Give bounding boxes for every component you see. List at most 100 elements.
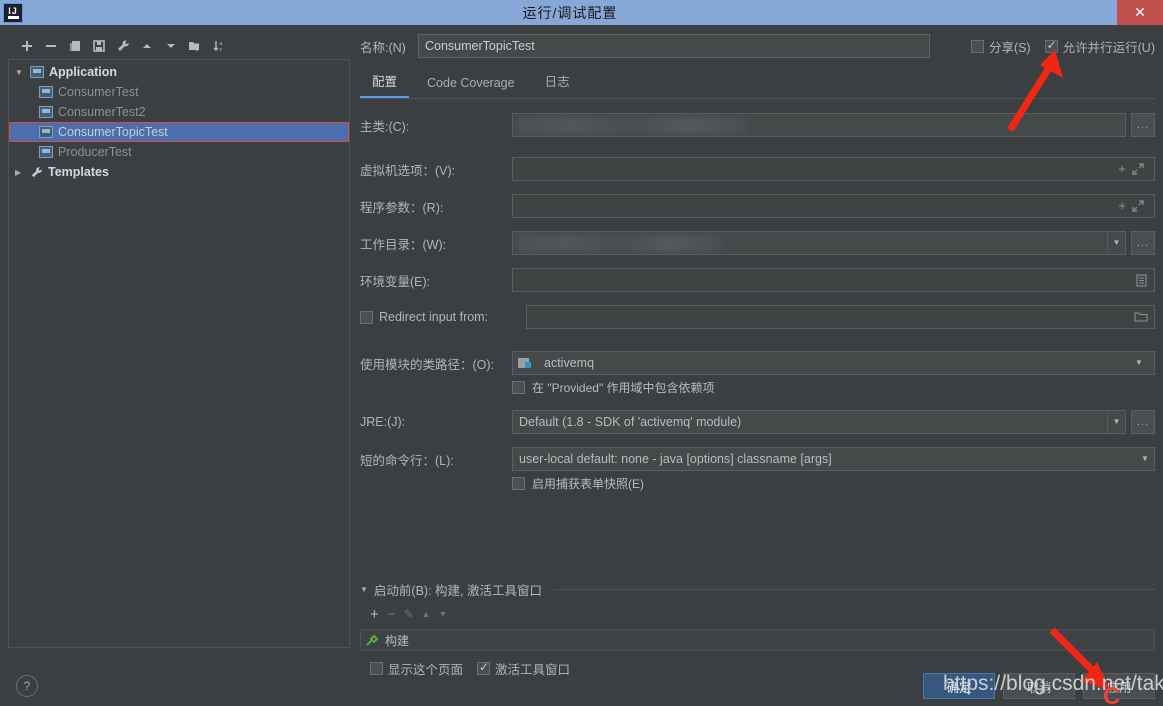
allow-parallel-run-checkbox[interactable] (1045, 40, 1058, 53)
redirect-input-row: Redirect input from: (360, 305, 1155, 329)
edit-task-button[interactable]: ✎ (404, 607, 414, 621)
remove-configuration-button[interactable] (40, 35, 62, 57)
section-divider (554, 589, 1155, 590)
jre-row: JRE:(J): Default (1.8 - SDK of 'activemq… (360, 410, 1155, 434)
allow-parallel-run-checkbox-row[interactable]: 允许并行运行(U) (1045, 37, 1155, 56)
redirect-input-label: Redirect input from: (379, 310, 488, 324)
move-task-up-button[interactable]: ▲ (422, 609, 431, 619)
jre-select[interactable]: Default (1.8 - SDK of 'activemq' module)… (512, 410, 1126, 434)
configurations-tree[interactable]: ▼ Application ConsumerTest ConsumerTest2… (8, 59, 350, 648)
jre-browse-button[interactable]: ... (1131, 410, 1155, 434)
working-directory-browse-button[interactable]: ... (1131, 231, 1155, 255)
include-provided-label: 在 "Provided" 作用域中包含依赖项 (532, 379, 715, 396)
show-this-page-checkbox[interactable] (370, 662, 383, 675)
editor-tabs: 配置 Code Coverage 日志 (360, 71, 1155, 99)
chevron-down-icon[interactable]: ▼ (1107, 411, 1125, 433)
enable-capture-checkbox[interactable] (512, 477, 525, 490)
tree-item-consumertest[interactable]: ConsumerTest (9, 82, 349, 102)
module-classpath-select[interactable]: activemq ▼ (512, 351, 1155, 375)
tab-configuration[interactable]: 配置 (360, 68, 409, 98)
run-config-icon (39, 86, 53, 98)
copy-configuration-button[interactable] (64, 35, 86, 57)
before-launch-title: 启动前(B): 构建, 激活工具窗口 (374, 580, 542, 599)
activate-tool-window-row[interactable]: 激活工具窗口 (477, 659, 570, 678)
add-configuration-button[interactable] (16, 35, 38, 57)
arrow-down-icon[interactable] (160, 35, 182, 57)
folder-icon[interactable] (1134, 311, 1148, 323)
module-classpath-label: 使用模块的类路径：(O): (360, 354, 512, 373)
vm-options-input[interactable]: + (512, 157, 1155, 181)
list-icon[interactable] (1135, 274, 1148, 287)
tree-item-label: Templates (48, 165, 109, 179)
before-launch-header[interactable]: ▼ 启动前(B): 构建, 激活工具窗口 (360, 580, 1155, 599)
plus-icon[interactable]: + (1118, 158, 1126, 180)
share-label: 分享(S) (989, 37, 1031, 56)
working-directory-input[interactable]: ▼ (512, 231, 1126, 255)
chevron-right-icon: ▶ (15, 168, 28, 177)
include-provided-checkbox[interactable] (512, 381, 525, 394)
redirect-input-checkbox[interactable] (360, 311, 373, 324)
activate-tool-window-label: 激活工具窗口 (495, 659, 570, 678)
include-provided-row[interactable]: 在 "Provided" 作用域中包含依赖项 (512, 379, 1155, 396)
close-icon[interactable]: ✕ (1117, 0, 1163, 25)
shorten-command-line-select[interactable]: user-local default: none - java [options… (512, 447, 1155, 471)
chevron-down-icon[interactable]: ▼ (1136, 448, 1154, 470)
tree-group-application[interactable]: ▼ Application (9, 62, 349, 82)
name-label: 名称:(N) (360, 37, 418, 56)
ok-button[interactable]: 确定 (923, 673, 995, 699)
name-input[interactable]: ConsumerTopicTest (418, 34, 930, 58)
tab-code-coverage[interactable]: Code Coverage (415, 73, 527, 98)
window-titlebar: IJ 运行/调试配置 ✕ (0, 0, 1163, 25)
working-directory-row: 工作目录：(W): ▼ ... (360, 231, 1155, 255)
folder-add-icon[interactable] (184, 35, 206, 57)
app-icon-label: IJ (8, 7, 18, 15)
show-this-page-row[interactable]: 显示这个页面 (370, 659, 463, 678)
shorten-command-line-value: user-local default: none - java [options… (519, 448, 832, 470)
run-config-icon (39, 146, 53, 158)
help-button[interactable]: ? (16, 675, 38, 697)
wrench-icon[interactable] (112, 35, 134, 57)
cancel-button[interactable]: 取消 (1003, 673, 1075, 699)
add-task-button[interactable]: + (370, 606, 379, 623)
tree-item-producertest[interactable]: ProducerTest (9, 142, 349, 162)
redirect-input-field[interactable] (526, 305, 1155, 329)
dialog-buttons: 确定 取消 应用 (923, 673, 1155, 699)
environment-variables-label: 环境变量(E): (360, 271, 512, 290)
chevron-down-icon[interactable]: ▼ (360, 585, 368, 594)
move-task-down-button[interactable]: ▼ (439, 609, 448, 619)
activate-tool-window-checkbox[interactable] (477, 662, 490, 675)
before-launch-toolbar: + − ✎ ▲ ▼ (360, 601, 1155, 627)
program-arguments-label: 程序参数：(R): (360, 197, 512, 216)
configurations-toolbar: az (8, 33, 350, 59)
apply-button[interactable]: 应用 (1083, 673, 1155, 699)
show-this-page-label: 显示这个页面 (388, 659, 463, 678)
enable-capture-row[interactable]: 启用捕获表单快照(E) (512, 475, 1155, 492)
main-class-browse-button[interactable]: ... (1131, 113, 1155, 137)
chevron-down-icon[interactable]: ▼ (1107, 232, 1125, 254)
shorten-command-line-row: 短的命令行：(L): user-local default: none - ja… (360, 447, 1155, 471)
program-arguments-input[interactable]: + (512, 194, 1155, 218)
arrow-up-icon[interactable] (136, 35, 158, 57)
tree-item-consumertopictest[interactable]: ConsumerTopicTest (9, 122, 349, 142)
share-checkbox[interactable] (971, 40, 984, 53)
sort-az-icon[interactable]: az (208, 35, 230, 57)
before-launch-task-label: 构建 (385, 632, 409, 649)
vm-options-label: 虚拟机选项：(V): (360, 160, 512, 179)
wrench-icon (30, 166, 43, 179)
share-checkbox-row[interactable]: 分享(S) (971, 37, 1031, 56)
remove-task-button[interactable]: − (387, 606, 396, 623)
main-class-input[interactable] (512, 113, 1126, 137)
expand-icon[interactable] (1132, 163, 1144, 175)
tree-group-templates[interactable]: ▶ Templates (9, 162, 349, 182)
tab-logs[interactable]: 日志 (533, 68, 582, 98)
expand-icon[interactable] (1132, 200, 1144, 212)
before-launch-task-list[interactable]: 构建 (360, 629, 1155, 651)
save-configuration-button[interactable] (88, 35, 110, 57)
tree-item-consumertest2[interactable]: ConsumerTest2 (9, 102, 349, 122)
chevron-down-icon[interactable]: ▼ (1130, 352, 1148, 374)
plus-icon[interactable]: + (1118, 195, 1126, 217)
tree-item-label: Application (49, 65, 117, 79)
enable-capture-label: 启用捕获表单快照(E) (532, 475, 644, 492)
environment-variables-input[interactable] (512, 268, 1155, 292)
main-class-label: 主类:(C): (360, 116, 512, 135)
